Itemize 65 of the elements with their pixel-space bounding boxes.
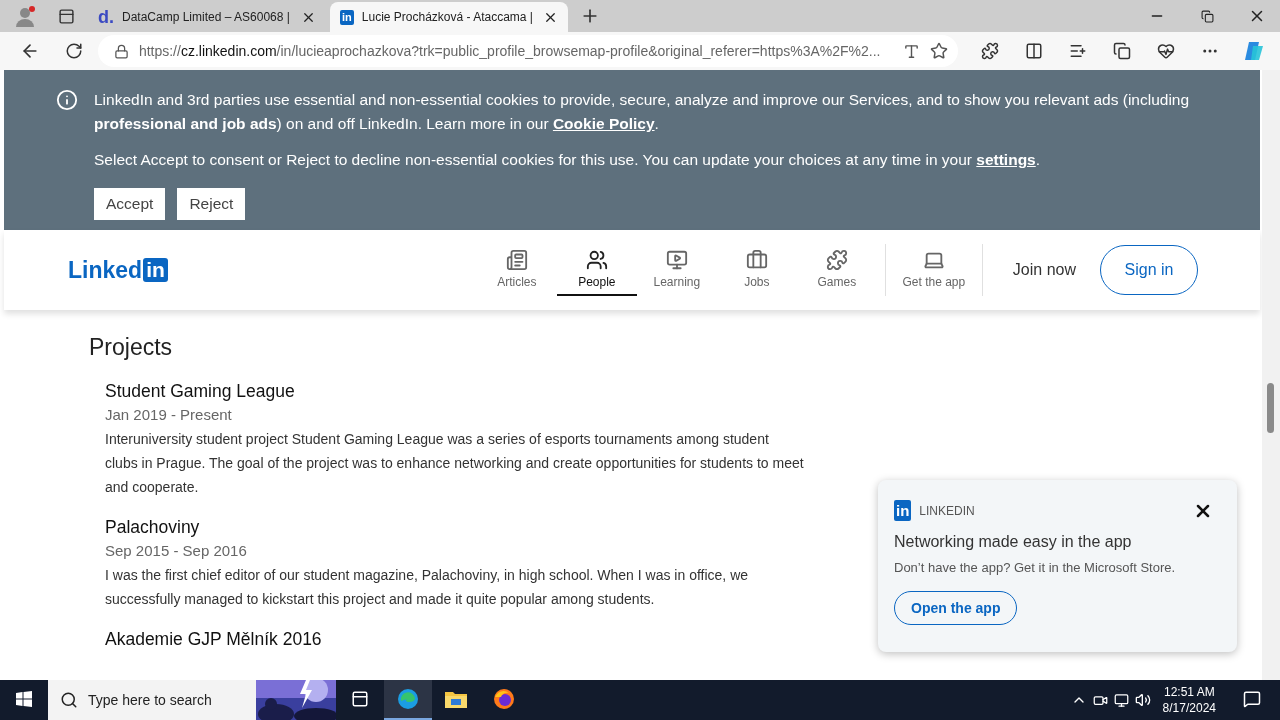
- briefcase-icon: [745, 249, 768, 271]
- tab-favicon: in: [340, 9, 354, 25]
- article-icon: [505, 249, 528, 271]
- fox-globe-icon[interactable]: [493, 688, 515, 710]
- project-name: Palachoviny: [105, 516, 201, 539]
- nav-tab[interactable]: Jobs: [716, 244, 797, 296]
- notifications-icon[interactable]: [1243, 690, 1261, 708]
- folder-icon[interactable]: [445, 690, 467, 708]
- tab-actions-icon[interactable]: [57, 7, 75, 25]
- project-name: Akademie GJP Mělník 2016: [105, 628, 323, 651]
- project-dates: Sep 2015 - Sep 2016: [105, 541, 248, 561]
- network-icon[interactable]: [1113, 692, 1129, 708]
- browser-tab[interactable]: d. DataCamp Limited – AS60068 |: [88, 2, 326, 32]
- heart-pulse-icon[interactable]: [1157, 42, 1176, 60]
- cookie-policy-link[interactable]: Cookie Policy: [552, 115, 655, 132]
- site-logo[interactable]: Linked in: [68, 256, 168, 284]
- people-icon: [585, 249, 608, 271]
- video-icon: [665, 249, 688, 271]
- reload-icon[interactable]: [64, 42, 83, 60]
- info-icon: [56, 89, 78, 111]
- popup-logo: in: [894, 500, 912, 521]
- collections-icon[interactable]: [1113, 42, 1132, 60]
- taskbar-clock[interactable]: 12:51 AM 8/17/2024: [1156, 684, 1222, 716]
- colorful-logo-icon[interactable]: [1243, 40, 1266, 62]
- project-description: Interuniversity student project Student Gaming League was a series of esports tournaments among student clubs in Prague. The goal of the project was to enhance networking and create opportunities for students to meet and cooperate.: [105, 430, 805, 497]
- nav-tab[interactable]: Games: [796, 244, 877, 296]
- restore-icon[interactable]: [1200, 9, 1214, 23]
- popup-text: Don’t have the app? Get it in the Microsoft Store.: [894, 560, 1177, 575]
- tab-title: Lucie Procházková - Ataccama |: [361, 10, 534, 24]
- address-bar[interactable]: https://cz.linkedin.com/in/lucieaprochazkova?trk=public_profile_browsemap-profile&original_referer=https%3A%2F%2...: [97, 35, 959, 67]
- accept-button[interactable]: Accept: [94, 188, 166, 220]
- nav-tab[interactable]: Learning: [636, 244, 717, 296]
- popup-source: LINKEDIN: [919, 503, 976, 518]
- scrollbar[interactable]: [1262, 70, 1280, 680]
- read-aloud-icon[interactable]: [903, 42, 921, 60]
- task-view-icon[interactable]: [351, 690, 369, 708]
- nav-tab[interactable]: People: [556, 244, 637, 296]
- search-icon: [60, 691, 78, 709]
- taskbar-search-field[interactable]: Type here to search: [48, 680, 336, 720]
- windows-logo-icon[interactable]: [16, 691, 32, 707]
- consent-notice: Select Accept to consent or Reject to decline non-essential cookies for this use. You can update your choices at any time in your settings.: [94, 150, 1042, 170]
- project-dates: Jan 2019 - Present: [105, 405, 233, 425]
- sign-in-button[interactable]: Sign in: [1100, 245, 1198, 295]
- join-now-link[interactable]: Join now: [990, 261, 1100, 279]
- volume-icon[interactable]: [1134, 692, 1151, 708]
- settings-link[interactable]: settings: [976, 151, 1036, 168]
- split-screen-icon[interactable]: [1025, 42, 1044, 60]
- tab-favicon: d.: [98, 8, 114, 26]
- favorite-star-icon[interactable]: [930, 42, 949, 60]
- url-text: https://cz.linkedin.com/in/lucieaprochazkova?trk=public_profile_browsemap-profile&original_referer=https%3A%2F%2...: [138, 43, 882, 59]
- browser-tab[interactable]: in Lucie Procházková - Ataccama |: [330, 2, 568, 32]
- project-description: I was the first chief editor of our student magazine, Palachoviny, in high school. When I was in office, we successfully managed to kickstart this project and made it quite popular among students.: [105, 566, 750, 609]
- cookie-notice: LinkedIn and 3rd parties use essential and non-essential cookies to provide, secure, analyze and improve our Services, and to show you relevant ads (including professional and job ads) on and off LinkedIn. Learn more in our Cookie Policy.: [94, 90, 1191, 134]
- lock-icon: [113, 43, 129, 59]
- extensions-icon[interactable]: [981, 42, 1000, 60]
- tab-title: DataCamp Limited – AS60068 |: [122, 10, 291, 24]
- puzzle-icon: [825, 249, 848, 271]
- project-name: Student Gaming League: [105, 380, 296, 403]
- favorites-icon[interactable]: [1069, 42, 1088, 60]
- browser-swirl-icon[interactable]: [397, 688, 419, 710]
- reject-button[interactable]: Reject: [177, 188, 246, 220]
- nav-tab[interactable]: Articles: [476, 244, 557, 296]
- nav-tab[interactable]: Get the app: [893, 244, 974, 296]
- section-title: Projects: [89, 334, 174, 361]
- popup-title: Networking made easy in the app: [894, 533, 1133, 551]
